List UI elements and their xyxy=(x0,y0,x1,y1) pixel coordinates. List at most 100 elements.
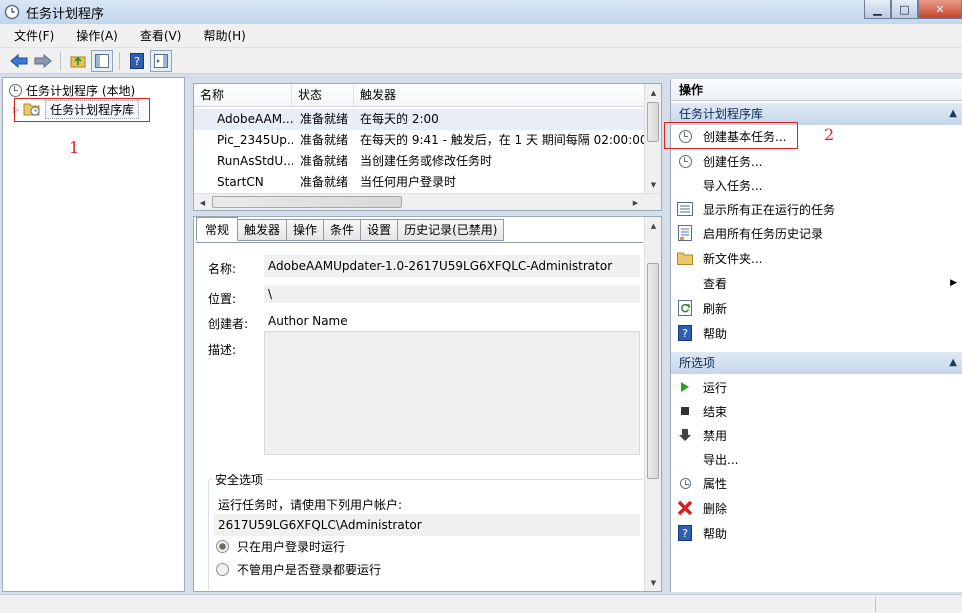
action-label: 帮助 xyxy=(703,326,728,341)
show-hide-tree-button[interactable] xyxy=(91,49,113,72)
menu-view[interactable]: 查看(V) xyxy=(126,27,190,44)
action-label: 帮助 xyxy=(703,526,728,541)
task-list-vertical-scrollbar[interactable]: ▲ ▼ xyxy=(644,84,661,193)
scroll-left-arrow-icon[interactable]: ◀ xyxy=(194,194,211,210)
action-run[interactable]: 运行 xyxy=(671,375,962,399)
toolbar: ? xyxy=(0,48,962,74)
column-header-name[interactable]: 名称 xyxy=(194,84,292,107)
location-label: 位置: xyxy=(208,292,237,306)
action-label: 创建任务... xyxy=(703,154,763,169)
action-new-folder[interactable]: 新文件夹... xyxy=(671,246,962,270)
clock-icon xyxy=(9,83,22,97)
tab-settings[interactable]: 设置 xyxy=(361,219,399,241)
task-trigger: 当创建任务或修改任务时 xyxy=(360,154,493,168)
menu-action[interactable]: 操作(A) xyxy=(62,27,126,44)
action-properties[interactable]: 属性 xyxy=(671,471,962,495)
status-divider xyxy=(875,597,876,612)
task-row[interactable]: StartCN 准备就绪 当任何用户登录时 xyxy=(194,172,645,193)
scroll-thumb[interactable] xyxy=(647,263,659,479)
export-spacer xyxy=(677,451,693,467)
action-export[interactable]: 导出... xyxy=(671,447,962,471)
close-button[interactable]: ✕ xyxy=(918,0,962,19)
tab-general[interactable]: 常规 xyxy=(196,217,239,241)
security-options-title: 安全选项 xyxy=(212,471,267,488)
author-field[interactable]: Author Name xyxy=(264,310,640,332)
action-enable-history[interactable]: 启用所有任务历史记录 xyxy=(671,221,962,245)
svg-text:?: ? xyxy=(682,327,688,340)
annotation-number-1: 1 xyxy=(69,138,80,157)
help-toolbar-button[interactable]: ? xyxy=(126,50,148,72)
radio-run-logged-on[interactable]: 只在用户登录时运行 xyxy=(216,538,345,555)
task-trigger: 在每天的 9:41 - 触发后，在 1 天 期间每隔 02:00:00 xyxy=(360,133,645,147)
action-view[interactable]: 查看 ▶ xyxy=(671,271,962,295)
section-selected-item[interactable]: 所选项 ▲ xyxy=(671,352,962,374)
collapse-arrow-icon[interactable]: ▲ xyxy=(949,352,957,374)
close-icon: ✕ xyxy=(935,2,945,16)
run-as-label: 运行任务时，请使用下列用户帐户: xyxy=(218,498,403,512)
task-row[interactable]: AdobeAAM... 准备就绪 在每天的 2:00 xyxy=(194,109,645,130)
scroll-down-arrow-icon[interactable]: ▼ xyxy=(645,574,662,591)
task-list-horizontal-scrollbar[interactable]: ◀ ▶ xyxy=(194,193,661,210)
disable-icon xyxy=(677,427,693,443)
action-label: 运行 xyxy=(703,380,728,395)
tab-history[interactable]: 历史记录(已禁用) xyxy=(398,219,505,241)
scroll-down-arrow-icon[interactable]: ▼ xyxy=(645,176,661,193)
view-spacer xyxy=(677,275,693,291)
task-trigger: 当任何用户登录时 xyxy=(360,175,457,189)
action-pane: 操作 任务计划程序库 ▲ 创建基本任务... 2 创建任务... 导入任务...… xyxy=(664,79,962,592)
running-tasks-icon xyxy=(677,201,693,217)
collapse-arrow-icon[interactable]: ▲ xyxy=(949,103,957,125)
column-header-trigger[interactable]: 触发器 xyxy=(354,84,645,107)
show-action-pane-button[interactable] xyxy=(150,49,172,72)
account-field[interactable]: 2617U59LG6XFQLC\Administrator xyxy=(214,514,640,536)
back-button[interactable] xyxy=(8,50,30,72)
action-create-task[interactable]: 创建任务... xyxy=(671,149,962,173)
action-show-running[interactable]: 显示所有正在运行的任务 xyxy=(671,197,962,221)
tab-conditions[interactable]: 条件 xyxy=(324,219,362,241)
action-end[interactable]: 结束 xyxy=(671,399,962,423)
menu-help[interactable]: 帮助(H) xyxy=(189,27,253,44)
tab-triggers[interactable]: 触发器 xyxy=(238,219,288,241)
tree-node-root[interactable]: 任务计划程序 (本地) xyxy=(9,81,135,99)
maximize-icon: □ xyxy=(899,2,910,16)
action-label: 导出... xyxy=(703,452,739,467)
scroll-thumb[interactable] xyxy=(212,196,402,208)
column-header-status[interactable]: 状态 xyxy=(292,84,354,107)
scroll-thumb[interactable] xyxy=(647,102,659,142)
task-list-header: 名称 状态 触发器 xyxy=(194,84,645,107)
detail-vertical-scrollbar[interactable]: ▲ ▼ xyxy=(644,217,661,591)
task-row[interactable]: RunAsStdU... 准备就绪 当创建任务或修改任务时 xyxy=(194,151,645,172)
up-folder-button[interactable] xyxy=(67,50,89,72)
forward-button[interactable] xyxy=(32,50,54,72)
task-row[interactable]: Pic_2345Up... 准备就绪 在每天的 9:41 - 触发后，在 1 天… xyxy=(194,130,645,151)
task-name: AdobeAAM... xyxy=(217,112,293,126)
action-help-selected[interactable]: ? 帮助 xyxy=(671,521,962,545)
minimize-button[interactable]: ▁ xyxy=(864,0,891,19)
action-import-task[interactable]: 导入任务... xyxy=(671,173,962,197)
task-list: 名称 状态 触发器 AdobeAAM... 准备就绪 在每天的 2:00 Pic… xyxy=(193,83,662,211)
task-name: RunAsStdU... xyxy=(217,154,293,168)
center-pane: 名称 状态 触发器 AdobeAAM... 准备就绪 在每天的 2:00 Pic… xyxy=(193,80,662,592)
radio-logged-on-label: 只在用户登录时运行 xyxy=(237,540,346,554)
radio-run-not-logged-on[interactable]: 不管用户是否登录都要运行 xyxy=(216,561,381,578)
action-help[interactable]: ? 帮助 xyxy=(671,321,962,345)
menu-file[interactable]: 文件(F) xyxy=(0,27,62,44)
action-label: 显示所有正在运行的任务 xyxy=(703,202,836,217)
submenu-arrow-icon: ▶ xyxy=(950,278,957,288)
action-label: 结束 xyxy=(703,404,728,419)
scroll-right-arrow-icon[interactable]: ▶ xyxy=(627,194,644,210)
scroll-up-arrow-icon[interactable]: ▲ xyxy=(645,84,661,101)
radio-unselected-icon[interactable] xyxy=(216,563,229,576)
location-field[interactable]: \ xyxy=(264,285,640,303)
action-delete[interactable]: 删除 xyxy=(671,496,962,520)
description-field[interactable] xyxy=(264,331,640,455)
task-detail-panel: 常规 触发器 操作 条件 设置 历史记录(已禁用) 名称: AdobeAAMUp… xyxy=(193,216,662,592)
radio-selected-icon[interactable] xyxy=(216,540,229,553)
action-disable[interactable]: 禁用 xyxy=(671,423,962,447)
action-refresh[interactable]: 刷新 xyxy=(671,296,962,320)
name-field[interactable]: AdobeAAMUpdater-1.0-2617U59LG6XFQLC-Admi… xyxy=(264,255,640,277)
maximize-button[interactable]: □ xyxy=(891,0,918,19)
action-label: 禁用 xyxy=(703,428,728,443)
scroll-up-arrow-icon[interactable]: ▲ xyxy=(645,217,662,234)
tab-actions[interactable]: 操作 xyxy=(287,219,325,241)
